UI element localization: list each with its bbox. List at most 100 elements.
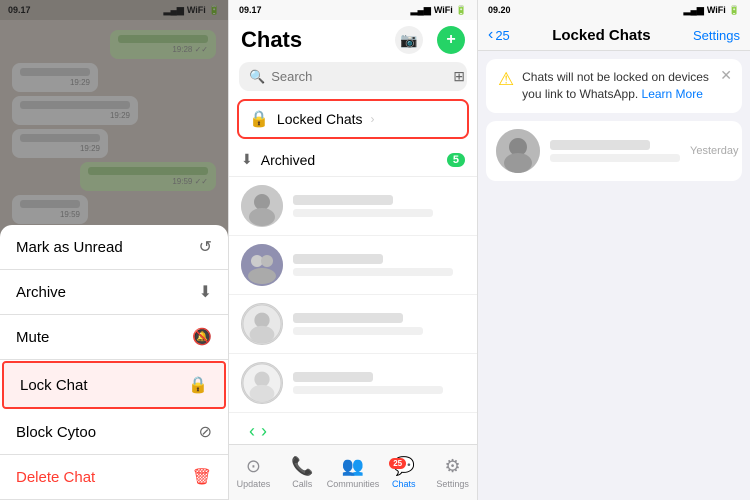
tab-calls[interactable]: 📞 Calls <box>278 456 327 489</box>
p3-status-icons: ▂▄▆ WiFi 🔋 <box>684 5 740 16</box>
chat-row-4[interactable] <box>229 354 477 413</box>
panel2-chats: 09.17 ▂▄▆ WiFi 🔋 Chats 📷 + 🔍 ⊞ 🔒 Locked … <box>228 0 478 500</box>
context-menu: Mark as Unread ↺ Archive ⬇ Mute 🔕 Lock C… <box>0 225 228 500</box>
settings-label: Settings <box>436 479 469 489</box>
updates-label: Updates <box>237 479 271 489</box>
panel1-chat: 09.17 ▂▄▆ WiFi 🔋 19:28 ✓✓ 19:29 19:29 <box>0 0 228 500</box>
chats-badge: 25 <box>389 458 406 469</box>
down-chevron-right: › <box>261 421 267 442</box>
chat-info-4 <box>293 372 465 394</box>
chats-label: Chats <box>392 479 416 489</box>
archived-badge: 5 <box>447 153 465 167</box>
p2-title: Chats <box>241 27 302 53</box>
dots-row: ‹ › <box>229 413 477 444</box>
back-chevron-icon: ‹ <box>488 26 493 44</box>
plus-icon: + <box>446 31 455 49</box>
avatar-1 <box>241 185 283 227</box>
chat-info-2 <box>293 254 465 276</box>
p3-avatar-1 <box>496 129 540 173</box>
context-mute[interactable]: Mute 🔕 <box>0 315 228 360</box>
back-button[interactable]: ‹ 25 <box>488 26 510 44</box>
warning-banner: ⚠ Chats will not be locked on devices yo… <box>486 59 742 113</box>
chat-row-1[interactable] <box>229 177 477 236</box>
panel3-locked: 09.20 ▂▄▆ WiFi 🔋 ‹ 25 Locked Chats Setti… <box>478 0 750 500</box>
context-delete[interactable]: Delete Chat 🗑 <box>0 455 228 500</box>
p3-signal-icon: ▂▄▆ <box>684 5 704 16</box>
p2-battery-icon: 🔋 <box>456 5 467 16</box>
locked-chats-lock-icon: 🔒 <box>249 109 269 129</box>
locked-chats-row[interactable]: 🔒 Locked Chats › <box>237 99 469 139</box>
header-icons: 📷 + <box>395 26 465 54</box>
p2-wifi-icon: WiFi <box>434 5 453 15</box>
p3-time: 09.20 <box>488 5 511 15</box>
p2-header: Chats 📷 + <box>229 20 477 58</box>
archived-icon: ⬇ <box>241 151 253 168</box>
locked-chats-chevron: › <box>371 112 375 126</box>
context-mark-unread[interactable]: Mark as Unread ↺ <box>0 225 228 270</box>
block-icon: ⊘ <box>199 422 212 442</box>
p3-chat-row-1[interactable]: Yesterday <box>486 121 742 181</box>
tab-settings[interactable]: ⚙ Settings <box>428 456 477 489</box>
p3-chat-info-1 <box>550 140 680 162</box>
down-chevron-left: ‹ <box>249 421 255 442</box>
chat-list: ‹ › <box>229 177 477 444</box>
context-block[interactable]: Block Cytoo ⊘ <box>0 410 228 455</box>
compose-button[interactable]: + <box>437 26 465 54</box>
context-archive[interactable]: Archive ⬇ <box>0 270 228 315</box>
search-icon: 🔍 <box>249 69 265 85</box>
chat-info-3 <box>293 313 465 335</box>
p3-wifi-icon: WiFi <box>707 5 726 15</box>
p3-settings-button[interactable]: Settings <box>693 28 740 43</box>
calls-icon: 📞 <box>291 456 313 477</box>
settings-icon: ⚙ <box>445 456 461 477</box>
warning-text: Chats will not be locked on devices you … <box>522 69 730 103</box>
p2-status-bar: 09.17 ▂▄▆ WiFi 🔋 <box>229 0 477 20</box>
communities-icon: 👥 <box>342 456 364 477</box>
delete-icon: 🗑 <box>192 467 212 487</box>
p3-battery-icon: 🔋 <box>729 5 740 16</box>
tab-communities[interactable]: 👥 Communities <box>327 456 380 489</box>
chat-info-1 <box>293 195 465 217</box>
p3-status-bar: 09.20 ▂▄▆ WiFi 🔋 <box>478 0 750 20</box>
avatar-2 <box>241 244 283 286</box>
p2-signal-icon: ▂▄▆ <box>411 5 431 16</box>
archived-label: Archived <box>261 152 439 168</box>
filter-icon[interactable]: ⊞ <box>453 68 465 85</box>
communities-label: Communities <box>327 479 380 489</box>
avatar-3 <box>241 303 283 345</box>
camera-icon: 📷 <box>400 32 417 49</box>
tab-chats[interactable]: 💬 25 Chats <box>379 456 428 489</box>
back-count: 25 <box>495 28 509 43</box>
locked-chats-label: Locked Chats <box>277 111 363 127</box>
search-bar[interactable]: 🔍 ⊞ <box>239 62 467 91</box>
lock-chat-label: Lock Chat <box>20 377 88 394</box>
context-lock-chat[interactable]: Lock Chat 🔒 <box>2 361 226 409</box>
archive-label: Archive <box>16 284 66 301</box>
chat-row-3[interactable] <box>229 295 477 354</box>
p3-title: Locked Chats <box>510 27 693 44</box>
p2-status-icons: ▂▄▆ WiFi 🔋 <box>411 5 467 16</box>
chat-row-2[interactable] <box>229 236 477 295</box>
mark-unread-icon: ↺ <box>199 237 212 257</box>
delete-label: Delete Chat <box>16 469 95 486</box>
avatar-4 <box>241 362 283 404</box>
tab-updates[interactable]: ⊙ Updates <box>229 456 278 489</box>
warning-icon: ⚠ <box>498 69 514 90</box>
mute-label: Mute <box>16 329 49 346</box>
mute-icon: 🔕 <box>192 327 212 347</box>
lock-icon: 🔒 <box>188 375 208 395</box>
search-input[interactable] <box>271 69 447 84</box>
camera-button[interactable]: 📷 <box>395 26 423 54</box>
p2-time: 09.17 <box>239 5 262 15</box>
archived-row[interactable]: ⬇ Archived 5 <box>229 143 477 177</box>
p3-header: ‹ 25 Locked Chats Settings <box>478 20 750 51</box>
learn-more-link[interactable]: Learn More <box>642 87 703 101</box>
warning-close-button[interactable]: ✕ <box>720 67 732 84</box>
archive-icon: ⬇ <box>199 282 212 302</box>
mark-unread-label: Mark as Unread <box>16 239 123 256</box>
calls-label: Calls <box>292 479 312 489</box>
block-label: Block Cytoo <box>16 424 96 441</box>
tab-bar: ⊙ Updates 📞 Calls 👥 Communities 💬 25 Cha… <box>229 444 477 500</box>
p3-chat-time-1: Yesterday <box>690 145 739 157</box>
updates-icon: ⊙ <box>246 456 261 477</box>
